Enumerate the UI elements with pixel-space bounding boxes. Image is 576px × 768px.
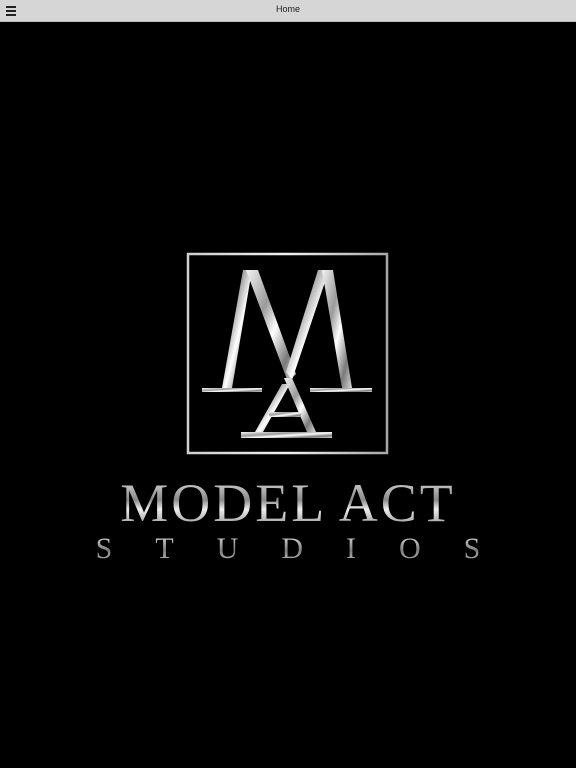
- logo-monogram: [186, 252, 389, 455]
- brand-tagline: STUDIOS: [0, 532, 576, 566]
- brand-name: MODEL ACT: [0, 472, 576, 534]
- top-navigation-bar: Home: [0, 0, 576, 22]
- letter-a-icon: [241, 378, 332, 438]
- page-title: Home: [275, 4, 300, 14]
- main-content: MODEL ACT STUDIOS: [0, 22, 576, 768]
- letter-m-icon: [202, 270, 372, 392]
